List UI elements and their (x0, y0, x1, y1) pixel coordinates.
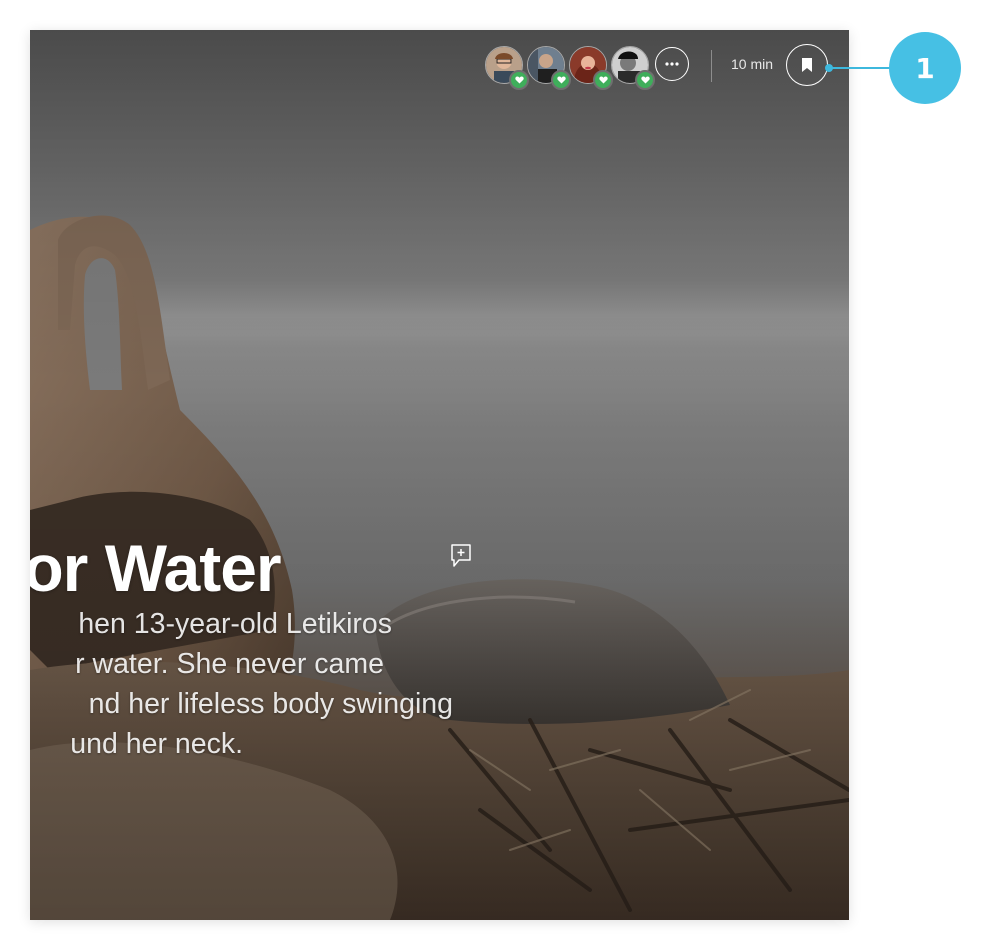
callout-anchor-dot (825, 64, 833, 72)
lede-line: r water. She never came (75, 648, 384, 680)
add-comment-icon[interactable] (450, 543, 472, 569)
image-overlay (30, 30, 849, 920)
lede-line: hen 13-year-old Letikiros (78, 608, 392, 640)
ellipsis-icon (665, 62, 679, 66)
article-hero-card: 10 min lk for Water hen 13-year-old Leti… (30, 30, 849, 920)
callout-badge: 1 (889, 32, 961, 104)
lede-line: und her neck. (70, 728, 243, 760)
heart-icon (593, 70, 613, 90)
article-lede: hen 13-year-old Letikiros r water. She n… (30, 604, 495, 764)
header-divider (711, 50, 712, 82)
lede-line: nd her lifeless body swinging (88, 688, 453, 720)
heart-icon (509, 70, 529, 90)
callout-connector (829, 67, 891, 69)
bookmark-button[interactable] (786, 44, 828, 86)
more-readers-button[interactable] (655, 47, 689, 81)
heart-icon (551, 70, 571, 90)
heart-icon (635, 70, 655, 90)
read-time-label: 10 min (731, 56, 774, 72)
article-title: lk for Water (30, 531, 282, 605)
bookmark-icon (802, 58, 812, 72)
